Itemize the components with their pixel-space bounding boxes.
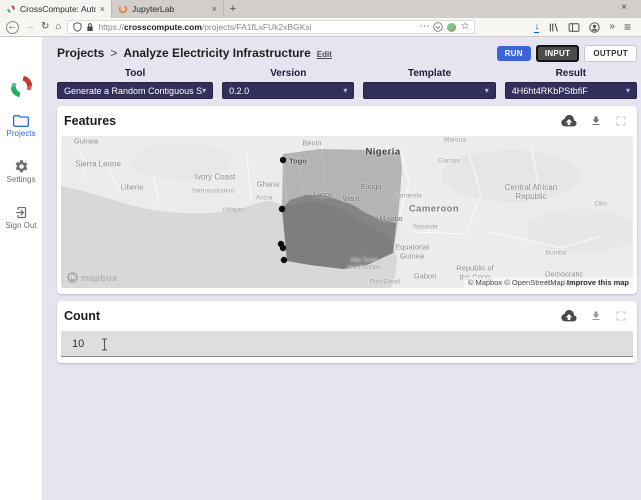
sidebar-item-label: Sign Out (5, 221, 37, 230)
input-tab-button[interactable]: INPUT (535, 44, 580, 62)
sidebar-item-projects[interactable]: Projects (6, 114, 36, 138)
reload-button[interactable]: ↻ (41, 22, 49, 32)
home-button[interactable]: ⌂ (55, 22, 61, 32)
browser-tab-bar: CrossCompute: Automat × JupyterLab × + × (0, 0, 641, 18)
crosscompute-favicon-icon (7, 5, 15, 13)
sidebar-item-label: Projects (6, 129, 36, 138)
count-title: Count (64, 309, 101, 323)
fullscreen-icon[interactable] (615, 115, 627, 127)
map-overlay-svg (277, 149, 402, 269)
toolbar-icons: ↓ » ≡ (534, 21, 635, 33)
app-window: Projects Settings Sign Out Projects > An… (0, 37, 641, 500)
download-icon[interactable] (590, 115, 602, 127)
map-canvas[interactable]: Guinea Sierra Leone Liberia Ivory Coast Yamo… (61, 136, 633, 288)
sidebar-item-label: Settings (6, 175, 36, 184)
cloud-upload-icon[interactable] (561, 115, 577, 127)
download-icon[interactable] (590, 310, 602, 322)
chevron-down-icon: ▾ (484, 86, 489, 95)
mapbox-logo[interactable]: m mapbox (67, 272, 117, 283)
library-icon[interactable] (548, 22, 559, 33)
configuration-row: Tool Generate a Random Contiguous S ▾ Ve… (57, 68, 637, 99)
count-value: 10 (72, 337, 85, 350)
tool-label: Tool (124, 68, 146, 79)
breadcrumb-separator: > (110, 46, 118, 60)
template-field: Template ▾ (363, 68, 496, 99)
sidebar-item-settings[interactable]: Settings (6, 159, 36, 184)
screen: CrossCompute: Automat × JupyterLab × + ×… (0, 0, 641, 500)
cloud-upload-icon[interactable] (561, 310, 577, 322)
folder-icon (13, 115, 29, 127)
tool-select[interactable]: Generate a Random Contiguous S ▾ (57, 82, 214, 99)
map-attribution: © Mapbox © OpenStreetMap Improve this ma… (463, 277, 633, 288)
forward-button[interactable]: → (25, 22, 35, 32)
sidebar-toggle-icon[interactable] (568, 22, 580, 33)
crosscompute-logo-icon (10, 75, 32, 98)
url-bar[interactable]: https://crosscompute.com/projects/FA1fLx… (67, 20, 476, 34)
count-header: Count (61, 301, 633, 331)
gear-icon (15, 160, 27, 173)
tab-jupyterlab[interactable]: JupyterLab × (112, 0, 224, 18)
sidebar-item-sign-out[interactable]: Sign Out (5, 205, 37, 230)
app-sidebar: Projects Settings Sign Out (0, 37, 43, 500)
features-actions (561, 115, 627, 127)
window-close-icon[interactable]: × (621, 2, 627, 13)
back-button[interactable]: ← (6, 20, 19, 34)
result-label: Result (555, 68, 587, 79)
count-card: Count 10 (57, 301, 637, 363)
count-input[interactable]: 10 (61, 331, 633, 357)
chevron-down-icon: ▾ (202, 86, 207, 95)
page-actions-icon[interactable]: ⋯ (419, 22, 429, 32)
tab-close-icon[interactable]: × (100, 4, 105, 14)
bookmark-star-icon[interactable]: ☆ (460, 22, 469, 32)
count-actions (561, 310, 627, 322)
template-label: Template (407, 68, 452, 79)
extension-icon[interactable] (447, 22, 457, 32)
edit-link[interactable]: Edit (317, 50, 332, 59)
tab-crosscompute[interactable]: CrossCompute: Automat × (0, 0, 112, 18)
chevron-down-icon: ▾ (625, 86, 630, 95)
jupyter-favicon-icon (118, 4, 128, 14)
features-title: Features (64, 114, 117, 128)
main-content: Projects > Analyze Electricity Infrastru… (43, 37, 641, 500)
page-title: Analyze Electricity Infrastructure (123, 46, 311, 60)
template-select[interactable]: ▾ (363, 82, 496, 99)
features-header: Features (61, 106, 633, 136)
tab-title: CrossCompute: Automat (20, 4, 96, 14)
mapbox-circle-icon: m (67, 272, 78, 283)
run-button[interactable]: RUN (496, 45, 531, 61)
tracking-shield-icon[interactable] (73, 22, 83, 32)
features-card: Features Guinea Sierra Leone Liberia Ivo… (57, 106, 637, 294)
version-select[interactable]: 0.2.0 ▾ (222, 82, 355, 99)
breadcrumb-row: Projects > Analyze Electricity Infrastru… (57, 44, 637, 62)
version-field: Version 0.2.0 ▾ (222, 68, 355, 99)
overflow-menu-icon[interactable]: » (609, 22, 615, 32)
version-label: Version (270, 68, 307, 79)
tab-close-icon[interactable]: × (212, 4, 217, 14)
tool-field: Tool Generate a Random Contiguous S ▾ (57, 68, 214, 99)
lock-icon (87, 23, 94, 31)
fullscreen-icon[interactable] (615, 310, 627, 322)
pocket-icon[interactable] (433, 22, 444, 32)
tab-title: JupyterLab (132, 4, 175, 14)
feature-vertex-dot[interactable] (280, 256, 288, 264)
browser-toolbar: ← → ↻ ⌂ https://crosscompute.com/project… (0, 18, 641, 37)
url-text: https://crosscompute.com/projects/FA1fLx… (98, 22, 312, 32)
result-select[interactable]: 4H6ht4RKbPStbfiF ▾ (504, 82, 637, 99)
downloads-icon[interactable]: ↓ (534, 21, 540, 33)
improve-map-link[interactable]: Improve this map (567, 278, 629, 287)
chevron-down-icon: ▾ (343, 86, 348, 95)
account-icon[interactable] (589, 21, 601, 33)
result-field: Result 4H6ht4RKbPStbfiF ▾ (504, 68, 637, 99)
feature-vertex-dot[interactable] (279, 156, 287, 164)
output-tab-button[interactable]: OUTPUT (584, 44, 637, 62)
text-cursor-icon (102, 338, 107, 351)
mode-buttons: RUN INPUT OUTPUT (496, 44, 637, 62)
hamburger-menu-icon[interactable]: ≡ (624, 21, 631, 33)
new-tab-button[interactable]: + (224, 0, 242, 18)
breadcrumb: Projects > Analyze Electricity Infrastru… (57, 46, 332, 60)
feature-vertex-dot[interactable] (278, 205, 286, 213)
breadcrumb-projects-link[interactable]: Projects (57, 46, 104, 60)
sign-out-icon (16, 206, 27, 219)
feature-vertex-dot[interactable] (279, 244, 287, 252)
